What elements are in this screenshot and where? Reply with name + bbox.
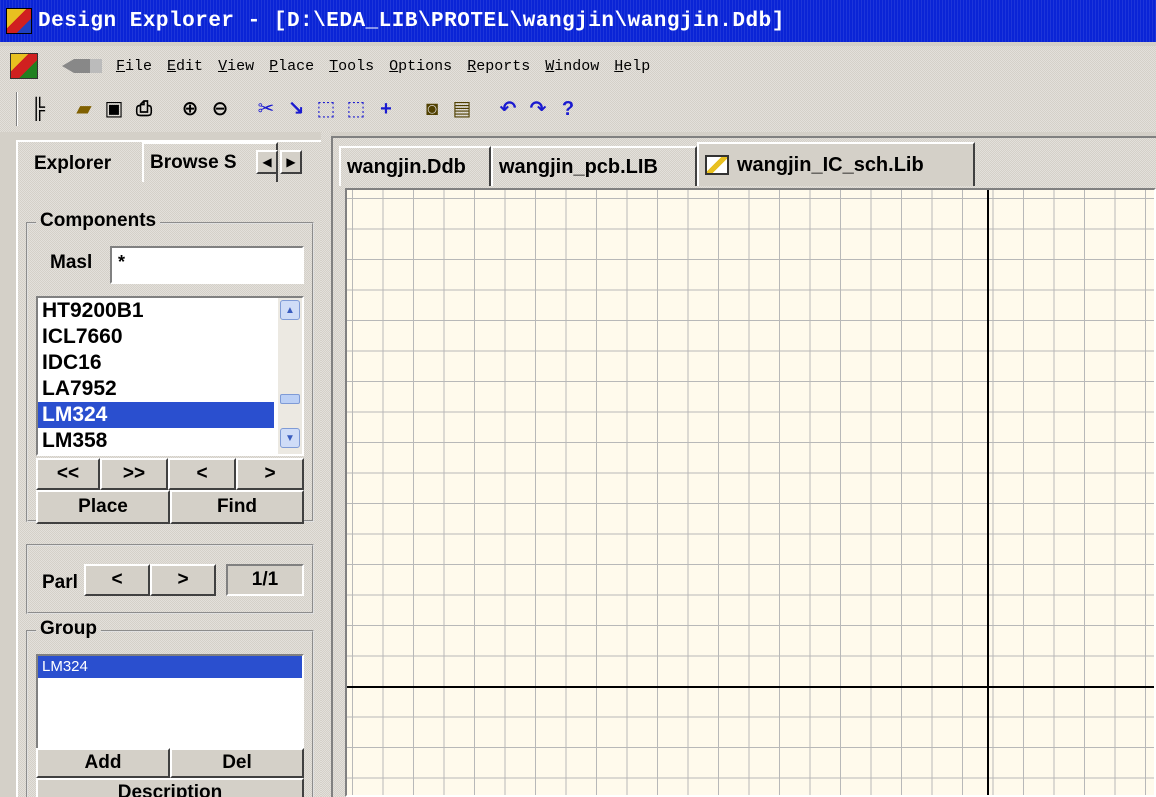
- schematic-canvas[interactable]: [345, 188, 1156, 797]
- components-label: Components: [36, 210, 160, 232]
- panel-tab-strip: Explorer Browse S ◀ ▶: [18, 142, 321, 182]
- menu-edit[interactable]: Edit: [167, 58, 203, 75]
- menu-help[interactable]: Help: [614, 58, 650, 75]
- list-item[interactable]: IDC16: [38, 350, 274, 376]
- list-item-selected[interactable]: LM324: [38, 402, 274, 428]
- origin-axis-horizontal: [347, 686, 1154, 688]
- select-area-icon[interactable]: ⬚: [312, 95, 340, 123]
- project-tree-icon[interactable]: ╠: [24, 95, 52, 123]
- scroll-up-icon[interactable]: ▲: [280, 300, 300, 320]
- menu-bar: File Edit View Place Tools Options Repor…: [0, 46, 1156, 86]
- component-list[interactable]: HT9200B1 ICL7660 IDC16 LA7952 LM324 LM35…: [36, 296, 304, 456]
- print-icon[interactable]: ⎙: [130, 95, 158, 123]
- redo-icon[interactable]: ↷: [524, 95, 552, 123]
- menu-reports[interactable]: Reports: [467, 58, 530, 75]
- group-list[interactable]: LM324: [36, 654, 304, 750]
- list-item-selected[interactable]: LM324: [38, 656, 302, 678]
- place-button[interactable]: Place: [36, 490, 170, 524]
- zoom-out-icon[interactable]: ⊖: [206, 95, 234, 123]
- description-button[interactable]: Description: [36, 778, 304, 797]
- tab-scroll-left-icon[interactable]: ◀: [256, 150, 278, 174]
- origin-axis-vertical: [987, 190, 989, 795]
- help-icon[interactable]: ?: [554, 95, 582, 123]
- part-prev-button[interactable]: <: [84, 564, 150, 596]
- scroll-thumb[interactable]: [280, 394, 300, 404]
- menu-place[interactable]: Place: [269, 58, 314, 75]
- document-area: wangjin.Ddb wangjin_pcb.LIB wangjin_IC_s…: [331, 136, 1156, 797]
- tab-wangjin-pcb-lib[interactable]: wangjin_pcb.LIB: [491, 146, 697, 186]
- mask-input[interactable]: *: [110, 246, 304, 284]
- menu-tools[interactable]: Tools: [329, 58, 374, 75]
- menu-view[interactable]: View: [218, 58, 254, 75]
- window-restore-icon[interactable]: [62, 59, 102, 73]
- part-icon[interactable]: ▤: [448, 95, 476, 123]
- mask-label: Masl: [50, 252, 93, 273]
- window-title: Design Explorer - [D:\EDA_LIB\PROTEL\wan…: [38, 9, 785, 33]
- list-item[interactable]: LA7952: [38, 376, 274, 402]
- tab-label: wangjin_IC_sch.Lib: [737, 153, 924, 176]
- tab-wangjin-ddb[interactable]: wangjin.Ddb: [339, 146, 491, 186]
- group-label: Group: [36, 618, 101, 640]
- tab-scroll-right-icon[interactable]: ▶: [280, 150, 302, 174]
- tab-wangjin-ic-sch-lib[interactable]: wangjin_IC_sch.Lib: [697, 142, 975, 186]
- del-button[interactable]: Del: [170, 748, 304, 778]
- part-label: Parl: [42, 572, 78, 593]
- undo-icon[interactable]: ↶: [494, 95, 522, 123]
- part-count: 1/1: [226, 564, 304, 596]
- next-button[interactable]: >: [236, 458, 304, 490]
- list-item[interactable]: HT9200B1: [38, 298, 274, 324]
- zoom-in-icon[interactable]: ⊕: [176, 95, 204, 123]
- menu-window[interactable]: Window: [545, 58, 599, 75]
- part-next-button[interactable]: >: [150, 564, 216, 596]
- component-icon[interactable]: ◙: [418, 95, 446, 123]
- list-item[interactable]: LM358: [38, 428, 274, 454]
- open-folder-icon[interactable]: ▰: [70, 95, 98, 123]
- title-bar: Design Explorer - [D:\EDA_LIB\PROTEL\wan…: [0, 0, 1156, 42]
- last-button[interactable]: >>: [100, 458, 168, 490]
- component-list-scrollbar[interactable]: ▲ ▼: [278, 298, 302, 454]
- first-button[interactable]: <<: [36, 458, 100, 490]
- app-icon[interactable]: [6, 8, 32, 34]
- list-item[interactable]: ICL7660: [38, 324, 274, 350]
- save-icon[interactable]: ▣: [100, 95, 128, 123]
- line-icon[interactable]: ↘: [282, 95, 310, 123]
- toolbar-grip: [16, 92, 18, 126]
- crosshair-icon[interactable]: +: [372, 95, 400, 123]
- schematic-lib-icon: [705, 155, 729, 175]
- panel-splitter[interactable]: [321, 132, 331, 797]
- tab-explorer[interactable]: Explorer: [28, 146, 138, 182]
- menu-file[interactable]: File: [116, 58, 152, 75]
- document-tab-strip: wangjin.Ddb wangjin_pcb.LIB wangjin_IC_s…: [333, 138, 1156, 186]
- menu-options[interactable]: Options: [389, 58, 452, 75]
- toolbar: ╠ ▰ ▣ ⎙ ⊕ ⊖ ✂ ↘ ⬚ ⬚ + ◙ ▤ ↶ ↷ ?: [0, 86, 1156, 132]
- scroll-down-icon[interactable]: ▼: [280, 428, 300, 448]
- find-button[interactable]: Find: [170, 490, 304, 524]
- cut-wire-icon[interactable]: ✂: [252, 95, 280, 123]
- prev-button[interactable]: <: [168, 458, 236, 490]
- deselect-icon[interactable]: ⬚: [342, 95, 370, 123]
- browse-panel: Explorer Browse S ◀ ▶ Components Masl * …: [16, 140, 321, 797]
- protel-logo-icon[interactable]: [10, 53, 38, 79]
- add-button[interactable]: Add: [36, 748, 170, 778]
